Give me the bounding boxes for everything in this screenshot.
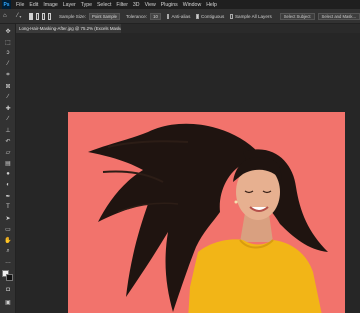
- frame-icon[interactable]: ⊠: [3, 82, 13, 90]
- document-tabs: Long-Hair-Masking-After.jpg @ 75.2% (Exc…: [16, 24, 360, 33]
- canvas-workspace[interactable]: [16, 33, 360, 313]
- yellow-shirt: [188, 239, 322, 313]
- blur-icon[interactable]: ●: [3, 170, 13, 178]
- menu-filter[interactable]: Filter: [116, 2, 128, 8]
- menu-bar: Ps File Edit Image Layer Type Select Fil…: [0, 0, 360, 9]
- lasso-icon[interactable]: ↄ: [3, 49, 13, 57]
- tolerance-label: Tolerance:: [125, 13, 148, 19]
- add-selection-icon[interactable]: [35, 12, 39, 20]
- menu-view[interactable]: View: [145, 2, 156, 8]
- menu-image[interactable]: Image: [43, 2, 57, 8]
- sample-size-select[interactable]: Point Sample: [89, 12, 120, 20]
- magic-wand-icon[interactable]: ⁄: [3, 60, 13, 68]
- quick-mask-icon[interactable]: ◘: [3, 286, 13, 294]
- sample-all-layers-label: Sample All Layers: [234, 13, 272, 19]
- screen-mode-icon[interactable]: ▣: [3, 298, 13, 306]
- brush-icon[interactable]: ∕: [3, 115, 13, 123]
- tolerance-input[interactable]: 10: [150, 12, 161, 20]
- menu-window[interactable]: Window: [183, 2, 201, 8]
- shape-icon[interactable]: ▭: [3, 225, 13, 233]
- menu-layer[interactable]: Layer: [63, 2, 76, 8]
- menu-plugins[interactable]: Plugins: [161, 2, 178, 8]
- eraser-icon[interactable]: ▱: [3, 148, 13, 156]
- new-selection-icon[interactable]: [29, 12, 33, 20]
- select-subject-button[interactable]: Select Subject: [279, 12, 315, 20]
- menu-help[interactable]: Help: [206, 2, 217, 8]
- portrait-photo: [88, 123, 328, 313]
- hand-icon[interactable]: ✋: [3, 236, 13, 244]
- intersect-selection-icon[interactable]: [47, 12, 51, 20]
- contiguous-checkbox[interactable]: [196, 13, 200, 19]
- menu-file[interactable]: File: [16, 2, 24, 8]
- marquee-icon[interactable]: ⬚: [3, 38, 13, 46]
- background-color-swatch[interactable]: [6, 274, 13, 281]
- type-icon[interactable]: T: [3, 203, 13, 211]
- dodge-icon[interactable]: ◐: [3, 181, 13, 189]
- options-bar: ⌂ ⁄ ▾ Sample Size: Point Sample Toleranc…: [0, 9, 360, 24]
- document-tab[interactable]: Long-Hair-Masking-After.jpg @ 75.2% (Exc…: [16, 24, 121, 33]
- sample-all-layers-checkbox[interactable]: [230, 13, 233, 19]
- magic-wand-icon[interactable]: ⁄: [17, 12, 19, 20]
- path-select-icon[interactable]: ➤: [3, 214, 13, 222]
- eyedropper-icon[interactable]: ∕: [3, 93, 13, 101]
- zoom-icon[interactable]: ⌕: [3, 247, 13, 255]
- gradient-icon[interactable]: ▤: [3, 159, 13, 167]
- select-and-mask-button[interactable]: Select and Mask...: [317, 12, 360, 20]
- healing-icon[interactable]: ✚: [3, 104, 13, 112]
- home-icon[interactable]: ⌂: [3, 12, 7, 20]
- anti-alias-label: Anti-alias: [171, 13, 191, 19]
- document-canvas[interactable]: [68, 112, 345, 313]
- pen-icon[interactable]: ✒: [3, 192, 13, 200]
- subtract-selection-icon[interactable]: [41, 12, 45, 20]
- sample-size-label: Sample Size:: [58, 13, 87, 19]
- more-icon[interactable]: …: [3, 258, 13, 266]
- tools-panel: ✥ ⬚ ↄ ⁄ ⌗ ⊠ ∕ ✚ ∕ ⊥ ↶ ▱ ▤ ● ◐ ✒ T ➤ ▭ ✋ …: [0, 24, 16, 313]
- menu-select[interactable]: Select: [97, 2, 111, 8]
- menu-type[interactable]: Type: [81, 2, 92, 8]
- menu-3d[interactable]: 3D: [133, 2, 140, 8]
- stamp-icon[interactable]: ⊥: [3, 126, 13, 134]
- anti-alias-checkbox[interactable]: [166, 13, 170, 19]
- chevron-down-icon[interactable]: ▾: [19, 14, 21, 19]
- photoshop-logo[interactable]: Ps: [2, 0, 11, 9]
- contiguous-label: Contiguous: [201, 13, 225, 19]
- move-icon[interactable]: ✥: [3, 27, 13, 35]
- history-brush-icon[interactable]: ↶: [3, 137, 13, 145]
- crop-icon[interactable]: ⌗: [3, 71, 13, 79]
- menu-edit[interactable]: Edit: [29, 2, 38, 8]
